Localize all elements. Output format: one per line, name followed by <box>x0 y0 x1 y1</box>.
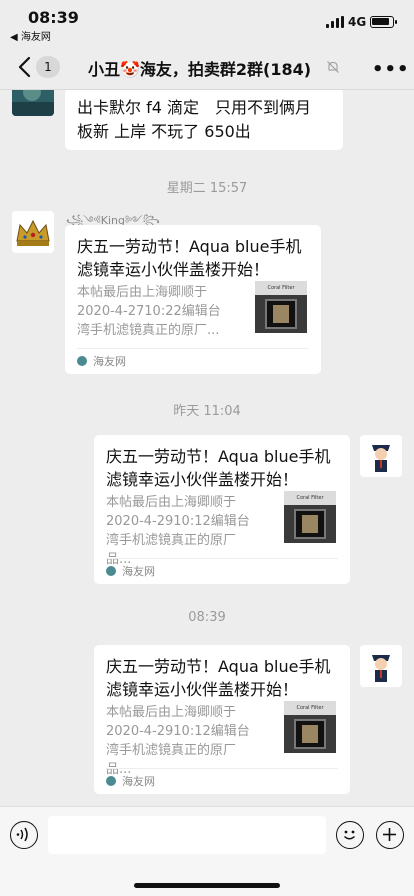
card-thumbnail: Coral Filter <box>284 701 336 753</box>
card-description: 本帖最后由上海卿顺于2020-4-2710:22编辑台湾手机滤镜真正的原厂... <box>77 285 221 338</box>
chat-header: 1 小丑🤡海友，拍卖群2群(184) ••• <box>0 44 414 90</box>
back-to-app-link[interactable]: ◀ 海友网 <box>10 28 51 43</box>
network-type: 4G <box>348 15 367 29</box>
plus-icon[interactable] <box>376 821 404 849</box>
source-name: 海友网 <box>122 775 155 788</box>
source-name: 海友网 <box>122 565 155 578</box>
time-separator: 08:39 <box>188 610 226 625</box>
more-options-button[interactable]: ••• <box>372 59 410 80</box>
link-card[interactable]: 庆五一劳动节！Aqua blue手机滤镜幸运小伙伴盖楼开始！ 本帖最后由上海卿顺… <box>94 435 350 584</box>
thumbnail-label: Coral Filter <box>284 491 336 505</box>
police-avatar-icon <box>360 645 402 687</box>
text-message[interactable]: 出卡默尔 f4 滴定 只用不到俩月 板新 上岸 不玩了 650出 <box>65 90 343 150</box>
source-name: 海友网 <box>93 355 126 368</box>
avatar[interactable] <box>360 435 402 477</box>
avatar[interactable] <box>360 645 402 687</box>
source-logo-icon <box>77 356 87 366</box>
status-time: 08:39 <box>28 8 79 27</box>
status-bar: 08:39 ◀ 海友网 4G <box>0 0 414 44</box>
input-bar <box>0 806 414 896</box>
police-avatar-icon <box>360 435 402 477</box>
message-input[interactable] <box>48 816 326 854</box>
source-logo-icon <box>106 776 116 786</box>
home-indicator[interactable] <box>134 883 280 888</box>
card-title: 庆五一劳动节！Aqua blue手机滤镜幸运小伙伴盖楼开始！ <box>77 237 302 279</box>
card-source: 海友网 <box>77 353 126 369</box>
mute-bell-icon <box>327 61 339 73</box>
battery-icon <box>370 16 397 28</box>
time-separator: 星期二 15:57 <box>166 181 248 196</box>
battery-level <box>372 18 389 25</box>
avatar[interactable] <box>12 90 54 116</box>
back-chevron-icon[interactable] <box>16 55 36 79</box>
unread-badge[interactable]: 1 <box>36 56 60 78</box>
crown-icon <box>12 211 54 253</box>
time-separator: 昨天 11:04 <box>173 404 241 419</box>
message-list[interactable]: 出卡默尔 f4 滴定 只用不到俩月 板新 上岸 不玩了 650出 星期二 15:… <box>0 90 414 806</box>
thumbnail-label: Coral Filter <box>284 701 336 715</box>
link-card[interactable]: 庆五一劳动节！Aqua blue手机滤镜幸运小伙伴盖楼开始！ 本帖最后由上海卿顺… <box>65 225 321 374</box>
voice-input-icon[interactable] <box>10 821 38 849</box>
message-line: 出卡默尔 f4 滴定 只用不到俩月 <box>77 98 311 117</box>
signal-icon <box>326 16 344 28</box>
message-line: 板新 上岸 不玩了 650出 <box>77 122 251 141</box>
avatar[interactable] <box>12 211 54 253</box>
card-thumbnail: Coral Filter <box>284 491 336 543</box>
card-source: 海友网 <box>106 773 155 789</box>
emoji-icon[interactable] <box>336 821 364 849</box>
card-title: 庆五一劳动节！Aqua blue手机滤镜幸运小伙伴盖楼开始！ <box>106 447 331 489</box>
thumbnail-label: Coral Filter <box>255 281 307 295</box>
link-card[interactable]: 庆五一劳动节！Aqua blue手机滤镜幸运小伙伴盖楼开始！ 本帖最后由上海卿顺… <box>94 645 350 794</box>
chat-title: 小丑🤡海友，拍卖群2群(184) <box>88 60 312 79</box>
card-thumbnail: Coral Filter <box>255 281 307 333</box>
card-source: 海友网 <box>106 563 155 579</box>
source-logo-icon <box>106 566 116 576</box>
card-title: 庆五一劳动节！Aqua blue手机滤镜幸运小伙伴盖楼开始！ <box>106 657 331 699</box>
